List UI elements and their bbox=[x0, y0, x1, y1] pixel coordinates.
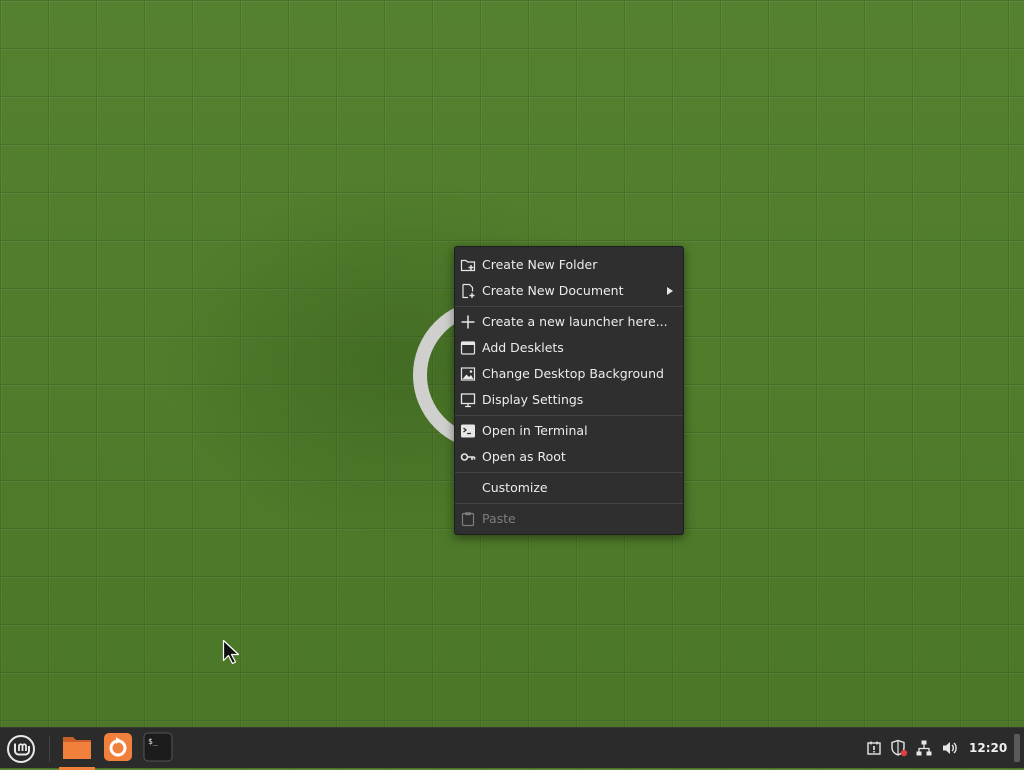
menu-item-open-in-terminal[interactable]: Open in Terminal bbox=[455, 418, 683, 444]
menu-item-label: Paste bbox=[482, 511, 516, 526]
menu-item-label: Open in Terminal bbox=[482, 423, 588, 438]
clipboard-icon bbox=[460, 511, 476, 527]
menu-item-change-background[interactable]: Change Desktop Background bbox=[455, 361, 683, 387]
menu-item-label: Add Desklets bbox=[482, 340, 564, 355]
folder-icon bbox=[61, 733, 93, 765]
submenu-arrow-icon bbox=[667, 287, 673, 295]
menu-item-display-settings[interactable]: Display Settings bbox=[455, 387, 683, 413]
network-icon[interactable] bbox=[915, 739, 933, 757]
menu-separator bbox=[455, 306, 683, 307]
terminal-icon: $_ bbox=[143, 732, 173, 766]
show-desktop-button[interactable] bbox=[1014, 734, 1020, 762]
desklet-icon bbox=[460, 340, 476, 356]
menu-item-customize[interactable]: Customize bbox=[455, 475, 683, 501]
desktop-context-menu: Create New Folder Create New Document Cr… bbox=[454, 246, 684, 535]
menu-item-label: Display Settings bbox=[482, 392, 584, 407]
menu-item-open-as-root[interactable]: Open as Root bbox=[455, 444, 683, 470]
menu-item-add-desklets[interactable]: Add Desklets bbox=[455, 335, 683, 361]
menu-item-label: Create a new launcher here... bbox=[482, 314, 668, 329]
plus-icon bbox=[460, 314, 476, 330]
linux-mint-logo-icon[interactable] bbox=[4, 732, 38, 766]
menu-item-create-launcher[interactable]: Create a new launcher here... bbox=[455, 309, 683, 335]
taskbar: $_ 12:20 bbox=[0, 727, 1024, 770]
terminal-launcher[interactable]: $_ bbox=[141, 732, 175, 766]
menu-separator bbox=[455, 415, 683, 416]
menu-separator bbox=[455, 472, 683, 473]
menu-item-label: Create New Folder bbox=[482, 257, 598, 272]
svg-text:$_: $_ bbox=[148, 737, 158, 746]
volume-icon[interactable] bbox=[941, 739, 959, 757]
clock[interactable]: 12:20 bbox=[969, 739, 1007, 757]
menu-item-label: Change Desktop Background bbox=[482, 366, 664, 381]
key-icon bbox=[460, 449, 476, 465]
files-launcher[interactable] bbox=[59, 732, 95, 770]
terminal-icon bbox=[460, 423, 476, 439]
mouse-pointer-icon bbox=[222, 639, 242, 669]
document-new-icon bbox=[460, 283, 476, 299]
notification-icon[interactable] bbox=[865, 739, 883, 757]
menu-item-create-new-document[interactable]: Create New Document bbox=[455, 278, 683, 304]
update-manager-launcher[interactable] bbox=[101, 732, 135, 766]
update-icon bbox=[103, 732, 133, 766]
menu-item-label: Create New Document bbox=[482, 283, 624, 298]
image-icon bbox=[460, 366, 476, 382]
monitor-icon bbox=[460, 392, 476, 408]
panel-separator bbox=[49, 736, 50, 762]
menu-item-create-new-folder[interactable]: Create New Folder bbox=[455, 252, 683, 278]
desktop[interactable]: Create New Folder Create New Document Cr… bbox=[0, 0, 1024, 727]
menu-item-label: Customize bbox=[482, 480, 548, 495]
menu-separator bbox=[455, 503, 683, 504]
menu-item-paste: Paste bbox=[455, 506, 683, 532]
folder-new-icon bbox=[460, 257, 476, 273]
menu-item-label: Open as Root bbox=[482, 449, 566, 464]
shield-icon[interactable] bbox=[890, 739, 908, 757]
